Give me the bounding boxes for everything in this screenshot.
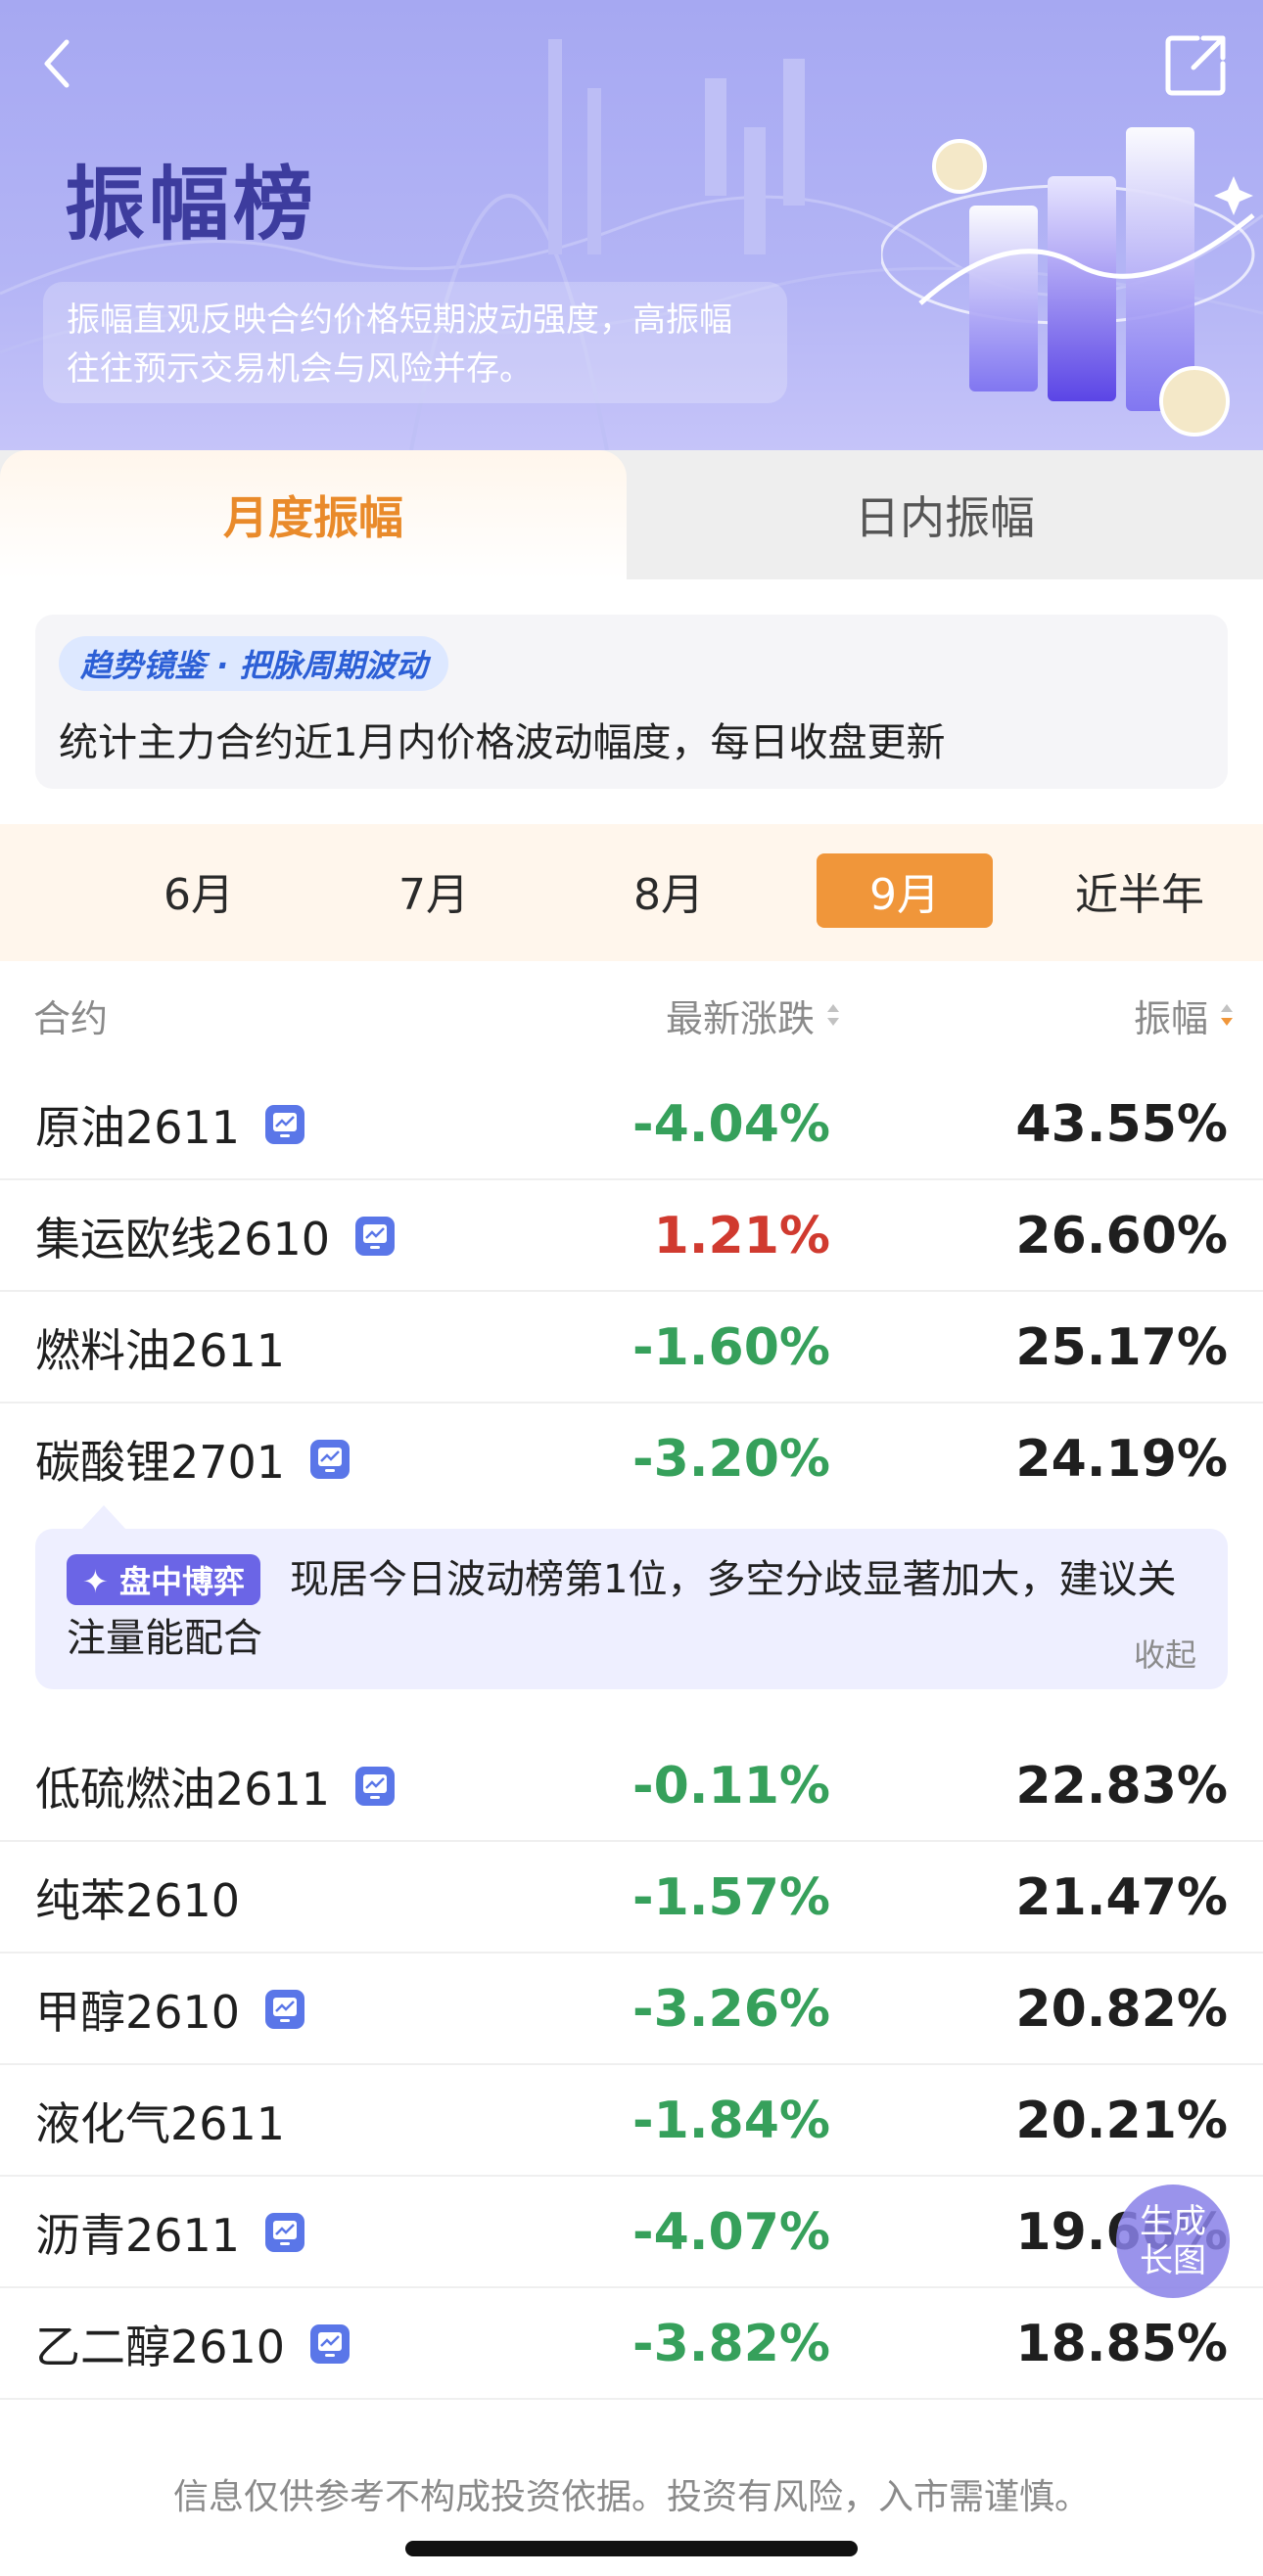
tip-text: 现居今日波动榜第1位，多空分歧显著加大，建议关注量能配合 — [67, 1557, 1177, 1661]
tab-monthly-amplitude[interactable]: 月度振幅 — [0, 450, 627, 579]
page-title: 振幅榜 — [65, 159, 318, 252]
chart-badge-icon[interactable] — [353, 1215, 397, 1258]
table-row[interactable]: 集运欧线2610 1.21% 26.60% — [0, 1180, 1263, 1292]
contract-name: 碳酸锂2701 — [35, 1436, 286, 1489]
tab-bar: 月度振幅 日内振幅 — [0, 450, 1263, 579]
page-subtitle: 振幅直观反映合约价格短期波动强度，高振幅往往预示交易机会与风险并存。 — [43, 282, 787, 403]
column-header-amplitude-label: 振幅 — [1133, 996, 1208, 1040]
sort-icon — [827, 1004, 839, 1026]
info-card: 趋势镜鉴 · 把脉周期波动 统计主力合约近1月内价格波动幅度，每日收盘更新 — [35, 615, 1228, 789]
table-row[interactable]: 乙二醇2610 -3.82% 18.85% — [0, 2288, 1263, 2400]
change-value: -3.20% — [632, 1430, 830, 1489]
info-description: 统计主力合约近1月内价格波动幅度，每日收盘更新 — [59, 720, 946, 765]
table-row[interactable]: 低硫燃油2611 -0.11% 22.83% — [0, 1730, 1263, 1842]
table-row[interactable]: 甲醇2610 -3.26% 20.82% — [0, 1954, 1263, 2065]
column-header-contract: 合约 — [33, 996, 109, 1040]
contract-name: 原油2611 — [35, 1101, 241, 1154]
change-value: -3.26% — [632, 1980, 830, 2039]
amplitude-value: 24.19% — [1015, 1430, 1228, 1489]
info-tag: 趋势镜鉴 · 把脉周期波动 — [59, 636, 449, 691]
table-row[interactable]: 沥青2611 -4.07% 19.66% — [0, 2177, 1263, 2288]
amplitude-value: 20.82% — [1015, 1980, 1228, 2039]
month-option-jul[interactable]: 7月 — [380, 853, 488, 928]
home-indicator[interactable] — [405, 2541, 858, 2556]
table-row[interactable]: 原油2611 -4.04% 43.55% — [0, 1069, 1263, 1180]
contract-name: 燃料油2611 — [35, 1324, 286, 1377]
month-selector: 6月 7月 8月 9月 近半年 — [0, 824, 1263, 961]
footer-fade — [0, 2419, 1263, 2449]
contract-name: 乙二醇2610 — [35, 2321, 286, 2373]
chart-badge-icon[interactable] — [308, 2323, 351, 2366]
share-icon — [1165, 35, 1226, 96]
contract-name: 纯苯2610 — [35, 1874, 241, 1927]
chart-badge-icon[interactable] — [263, 1103, 306, 1146]
contract-name: 低硫燃油2611 — [35, 1763, 331, 1816]
change-value: 1.21% — [653, 1207, 830, 1265]
amplitude-value: 26.60% — [1015, 1207, 1228, 1265]
change-value: -4.07% — [632, 2203, 830, 2262]
change-value: -0.11% — [632, 1757, 830, 1816]
column-header-change-label: 最新涨跌 — [665, 996, 815, 1040]
chart-badge-icon[interactable] — [263, 2211, 306, 2254]
amplitude-value: 18.85% — [1015, 2315, 1228, 2373]
collapse-button[interactable]: 收起 — [1134, 1631, 1196, 1676]
main-content: 趋势镜鉴 · 把脉周期波动 统计主力合约近1月内价格波动幅度，每日收盘更新 6月… — [0, 579, 1263, 2576]
change-value: -4.04% — [632, 1095, 830, 1154]
chart-badge-icon[interactable] — [263, 1988, 306, 2031]
table-row[interactable]: 纯苯2610 -1.57% 21.47% — [0, 1842, 1263, 1954]
table-header: 合约 最新涨跌 振幅 — [0, 961, 1263, 1069]
amplitude-value: 21.47% — [1015, 1868, 1228, 1927]
contract-name: 沥青2611 — [35, 2209, 241, 2262]
change-value: -1.84% — [632, 2092, 830, 2150]
amplitude-value: 25.17% — [1015, 1318, 1228, 1377]
table-row[interactable]: 碳酸锂2701 -3.20% 24.19% — [0, 1403, 1263, 1515]
footer: 信息仅供参考不构成投资依据。投资有风险，入市需谨慎。 — [0, 2447, 1263, 2576]
table-row[interactable]: 液化气2611 -1.84% 20.21% — [0, 2065, 1263, 2177]
amplitude-value: 20.21% — [1015, 2092, 1228, 2150]
header-banner: 振幅榜 振幅直观反映合约价格短期波动强度，高振幅往往预示交易机会与风险并存。 — [0, 0, 1263, 489]
generate-long-image-button[interactable]: 生成 长图 — [1116, 2185, 1230, 2298]
month-option-half-year[interactable]: 近半年 — [1057, 853, 1222, 928]
chart-badge-icon[interactable] — [308, 1438, 351, 1481]
sort-desc-icon — [1221, 1004, 1233, 1026]
contract-name: 集运欧线2610 — [35, 1213, 331, 1265]
amplitude-value: 43.55% — [1015, 1095, 1228, 1154]
insight-tip-card: ✦ 盘中博弈 现居今日波动榜第1位，多空分歧显著加大，建议关注量能配合 收起 — [35, 1529, 1228, 1689]
bar-chart-illustration-icon — [881, 127, 1255, 437]
float-button-line2: 长图 — [1140, 2241, 1206, 2280]
disclaimer-text: 信息仅供参考不构成投资依据。投资有风险，入市需谨慎。 — [172, 2477, 1090, 2517]
share-button[interactable] — [1157, 27, 1236, 102]
chart-badge-icon[interactable] — [353, 1765, 397, 1808]
change-value: -1.60% — [632, 1318, 830, 1377]
month-option-sep[interactable]: 9月 — [817, 853, 993, 928]
chevron-left-icon — [44, 39, 70, 88]
back-button[interactable] — [27, 29, 86, 98]
tab-intraday-amplitude[interactable]: 日内振幅 — [627, 450, 1263, 579]
month-option-aug[interactable]: 8月 — [615, 853, 723, 928]
amplitude-value: 22.83% — [1015, 1757, 1228, 1816]
table-row[interactable]: 燃料油2611 -1.60% 25.17% — [0, 1292, 1263, 1403]
column-header-change[interactable]: 最新涨跌 — [636, 961, 842, 1069]
change-value: -1.57% — [632, 1868, 830, 1927]
contract-name: 液化气2611 — [35, 2097, 286, 2150]
tip-pointer — [80, 1505, 127, 1531]
change-value: -3.82% — [632, 2315, 830, 2373]
contract-name: 甲醇2610 — [35, 1986, 241, 2039]
column-header-amplitude[interactable]: 振幅 — [1057, 961, 1236, 1069]
float-button-line1: 生成 — [1140, 2202, 1206, 2241]
month-option-jun[interactable]: 6月 — [145, 853, 253, 928]
